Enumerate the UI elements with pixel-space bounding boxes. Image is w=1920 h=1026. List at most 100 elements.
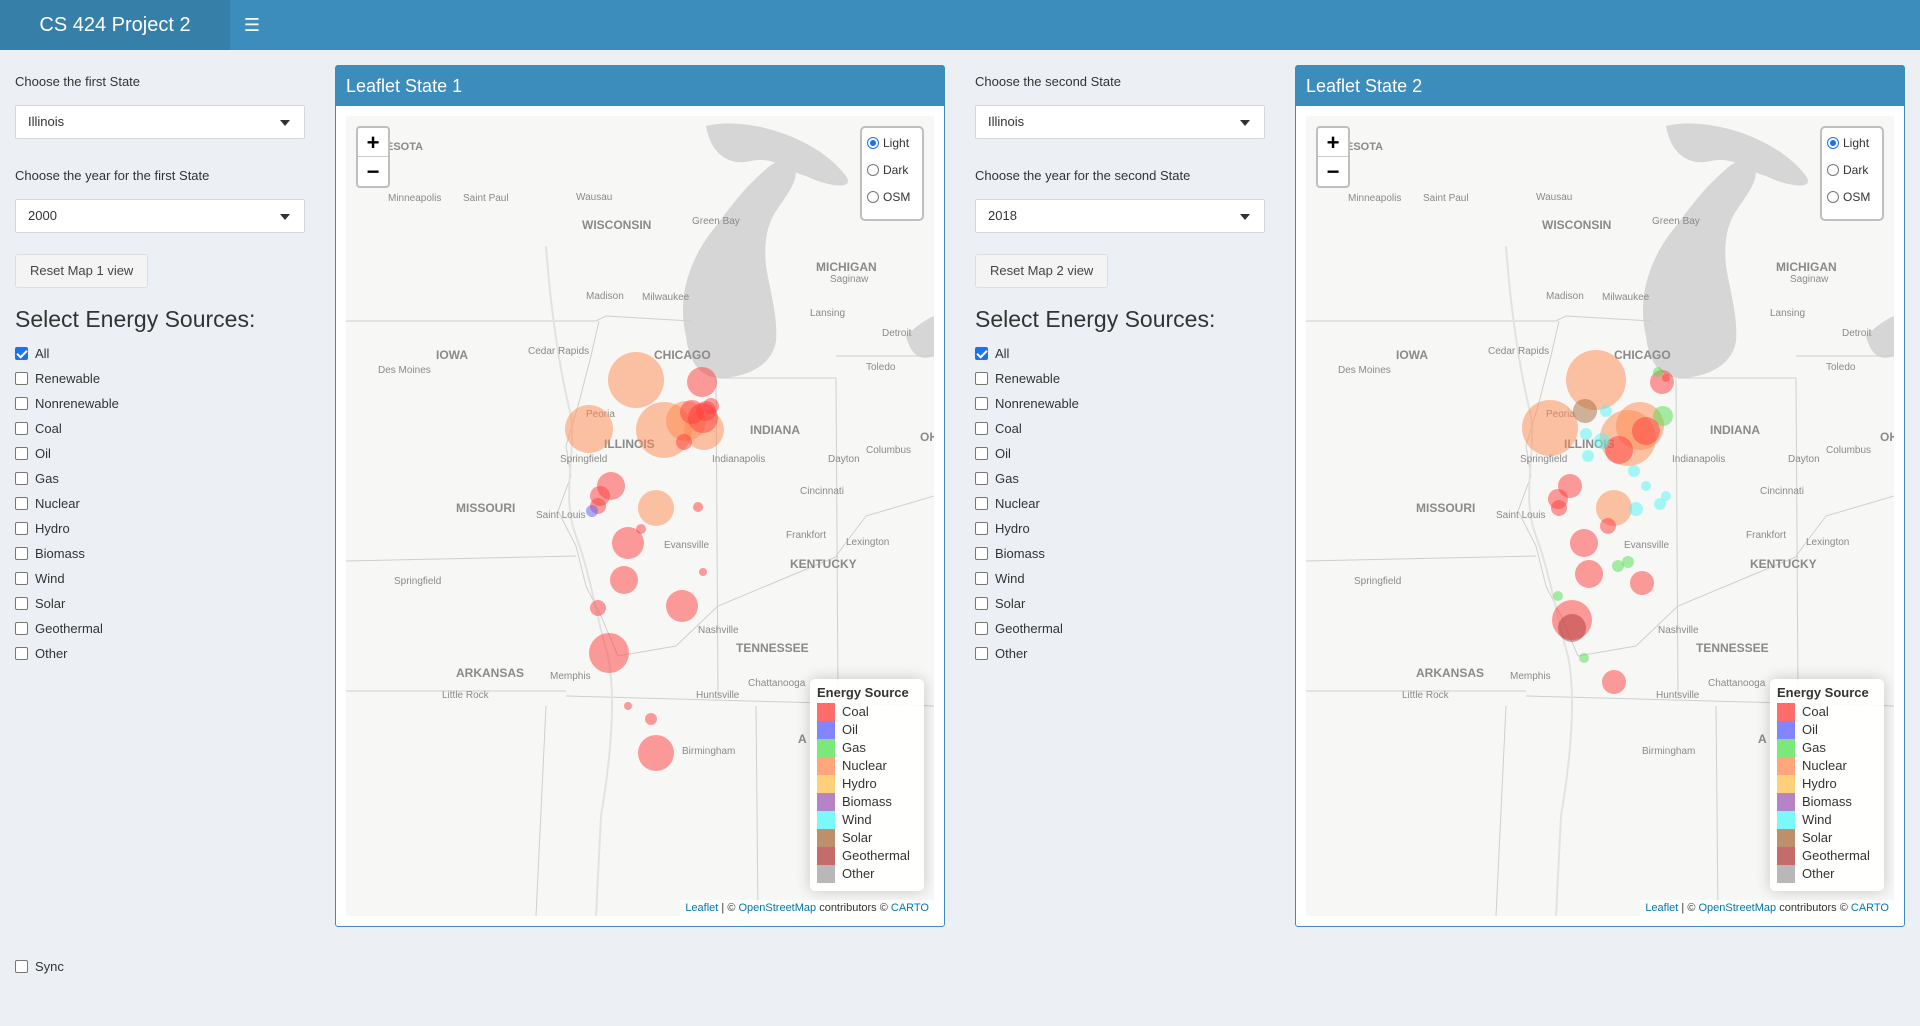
plant-marker[interactable] xyxy=(1630,571,1654,595)
source-checkbox-coal[interactable]: Coal xyxy=(15,421,62,439)
source-checkbox-all[interactable]: All xyxy=(975,346,1009,364)
checkbox-box[interactable] xyxy=(15,647,28,661)
plant-marker[interactable] xyxy=(1629,502,1643,516)
checkbox-box[interactable] xyxy=(975,522,988,536)
plant-marker[interactable] xyxy=(1570,529,1598,557)
source-checkbox-wind[interactable]: Wind xyxy=(975,571,1025,589)
plant-marker[interactable] xyxy=(1600,518,1616,534)
sync-checkbox-box[interactable] xyxy=(15,960,28,974)
plant-marker[interactable] xyxy=(1575,560,1603,588)
leaflet-map-1[interactable]: ESOTA Minneapolis Saint Paul Wausau WISCONSI… xyxy=(346,116,934,916)
plant-marker[interactable] xyxy=(1553,591,1563,601)
source-checkbox-geothermal[interactable]: Geothermal xyxy=(975,621,1063,639)
radio-button[interactable] xyxy=(867,190,879,203)
plant-marker[interactable] xyxy=(666,590,698,622)
plant-marker[interactable] xyxy=(1628,465,1640,477)
leaflet-map-2[interactable]: ESOTA Minneapolis Saint Paul Wausau WISCONSI… xyxy=(1306,116,1894,916)
checkbox-box[interactable] xyxy=(975,547,988,561)
plant-marker[interactable] xyxy=(1622,556,1634,568)
leaflet-link[interactable]: Leaflet xyxy=(1645,902,1678,914)
plant-marker[interactable] xyxy=(699,568,707,576)
radio-button[interactable] xyxy=(1827,190,1839,203)
plant-marker[interactable] xyxy=(610,566,638,594)
plant-marker[interactable] xyxy=(687,367,717,397)
second-year-select[interactable]: 2018 xyxy=(975,199,1265,233)
plant-marker[interactable] xyxy=(1522,400,1578,456)
plant-marker[interactable] xyxy=(586,505,598,517)
plant-marker[interactable] xyxy=(1566,350,1626,410)
source-checkbox-gas[interactable]: Gas xyxy=(15,471,59,489)
plant-marker[interactable] xyxy=(693,502,703,512)
checkbox-box[interactable] xyxy=(15,347,28,361)
checkbox-box[interactable] xyxy=(975,572,988,586)
plant-marker[interactable] xyxy=(1600,405,1612,417)
plant-marker[interactable] xyxy=(1573,399,1597,423)
checkbox-box[interactable] xyxy=(15,572,28,586)
source-checkbox-other[interactable]: Other xyxy=(975,646,1028,664)
source-checkbox-solar[interactable]: Solar xyxy=(15,596,65,614)
plant-marker[interactable] xyxy=(1558,614,1586,642)
sync-checkbox[interactable]: Sync xyxy=(15,959,64,977)
source-checkbox-oil[interactable]: Oil xyxy=(15,446,51,464)
checkbox-box[interactable] xyxy=(15,472,28,486)
radio-button[interactable] xyxy=(1827,136,1839,149)
checkbox-box[interactable] xyxy=(975,422,988,436)
layer-option-light[interactable]: Light xyxy=(1827,134,1877,161)
leaflet-link[interactable]: Leaflet xyxy=(685,902,718,914)
checkbox-box[interactable] xyxy=(975,497,988,511)
plant-marker[interactable] xyxy=(624,702,632,710)
plant-marker[interactable] xyxy=(565,405,613,453)
plant-marker[interactable] xyxy=(1594,433,1610,449)
source-checkbox-nonrenewable[interactable]: Nonrenewable xyxy=(15,396,119,414)
checkbox-box[interactable] xyxy=(15,547,28,561)
checkbox-box[interactable] xyxy=(15,447,28,461)
checkbox-box[interactable] xyxy=(975,597,988,611)
source-checkbox-nuclear[interactable]: Nuclear xyxy=(15,496,80,514)
plant-marker[interactable] xyxy=(636,524,646,534)
zoom-in-button[interactable]: + xyxy=(1318,128,1348,157)
source-checkbox-biomass[interactable]: Biomass xyxy=(975,546,1045,564)
plant-marker[interactable] xyxy=(1653,367,1663,377)
plant-marker[interactable] xyxy=(676,434,692,450)
hamburger-icon[interactable]: ☰ xyxy=(230,0,274,50)
zoom-in-button[interactable]: + xyxy=(358,128,388,157)
source-checkbox-renewable[interactable]: Renewable xyxy=(975,371,1060,389)
carto-link[interactable]: CARTO xyxy=(1851,902,1889,914)
reset-map2-button[interactable]: Reset Map 2 view xyxy=(975,254,1109,288)
zoom-out-button[interactable]: − xyxy=(1318,157,1348,186)
source-checkbox-other[interactable]: Other xyxy=(15,646,68,664)
source-checkbox-biomass[interactable]: Biomass xyxy=(15,546,85,564)
radio-button[interactable] xyxy=(867,136,879,149)
checkbox-box[interactable] xyxy=(15,397,28,411)
checkbox-box[interactable] xyxy=(15,622,28,636)
second-state-select[interactable]: Illinois xyxy=(975,105,1265,139)
plant-marker[interactable] xyxy=(608,352,664,408)
radio-button[interactable] xyxy=(1827,163,1839,176)
layer-option-osm[interactable]: OSM xyxy=(1827,188,1877,215)
checkbox-box[interactable] xyxy=(975,622,988,636)
source-checkbox-wind[interactable]: Wind xyxy=(15,571,65,589)
source-checkbox-oil[interactable]: Oil xyxy=(975,446,1011,464)
plant-marker[interactable] xyxy=(645,713,657,725)
plant-marker[interactable] xyxy=(590,600,606,616)
plant-marker[interactable] xyxy=(638,490,674,526)
plant-marker[interactable] xyxy=(703,398,719,414)
source-checkbox-solar[interactable]: Solar xyxy=(975,596,1025,614)
checkbox-box[interactable] xyxy=(975,647,988,661)
checkbox-box[interactable] xyxy=(975,347,988,361)
checkbox-box[interactable] xyxy=(15,522,28,536)
source-checkbox-hydro[interactable]: Hydro xyxy=(15,521,70,539)
carto-link[interactable]: CARTO xyxy=(891,902,929,914)
plant-marker[interactable] xyxy=(1582,450,1594,462)
first-state-select[interactable]: Illinois xyxy=(15,105,305,139)
plant-marker[interactable] xyxy=(1632,417,1660,445)
layer-option-dark[interactable]: Dark xyxy=(867,161,917,188)
source-checkbox-coal[interactable]: Coal xyxy=(975,421,1022,439)
source-checkbox-renewable[interactable]: Renewable xyxy=(15,371,100,389)
layer-option-dark[interactable]: Dark xyxy=(1827,161,1877,188)
plant-marker[interactable] xyxy=(1596,490,1632,526)
plant-marker[interactable] xyxy=(1662,374,1670,382)
checkbox-box[interactable] xyxy=(975,472,988,486)
checkbox-box[interactable] xyxy=(975,372,988,386)
plant-marker[interactable] xyxy=(638,735,674,771)
